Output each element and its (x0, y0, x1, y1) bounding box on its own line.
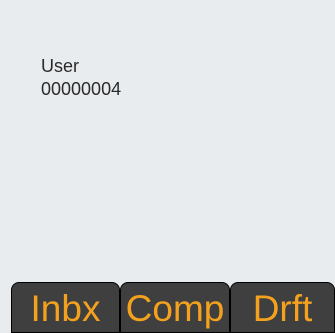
tab-inbox[interactable]: Inbx (11, 282, 120, 333)
bottom-tab-bar: Inbx Comp Drft (0, 282, 335, 333)
app-screen: User 00000004 Inbx Comp Drft (0, 0, 335, 333)
account-info: User 00000004 (41, 55, 121, 101)
account-number: 00000004 (41, 79, 122, 99)
account-label: User (41, 56, 80, 76)
tab-compose[interactable]: Comp (120, 282, 230, 333)
tab-drafts[interactable]: Drft (230, 282, 335, 333)
